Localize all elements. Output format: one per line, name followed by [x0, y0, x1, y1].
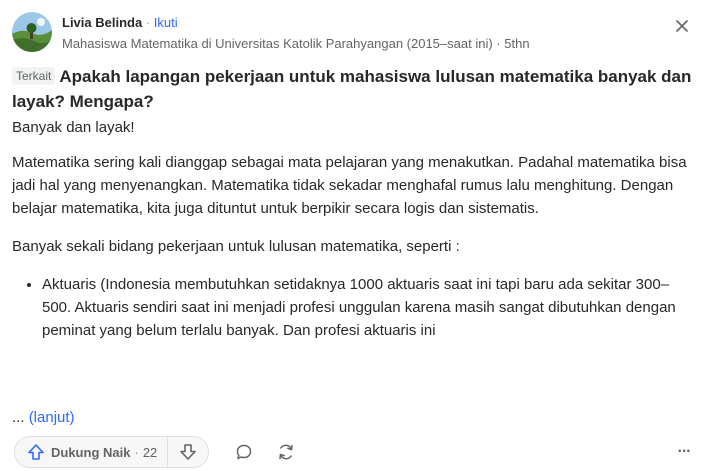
- related-tag: Terkait: [12, 67, 56, 85]
- close-button[interactable]: [670, 14, 694, 38]
- answer-paragraph: Matematika sering kali dianggap sebagai …: [12, 154, 687, 217]
- answer-time[interactable]: 5thn: [504, 36, 529, 51]
- separator-dot: ·: [145, 15, 151, 30]
- share-button[interactable]: [274, 440, 298, 464]
- answer-paragraph: Banyak sekali bidang pekerjaan untuk lul…: [12, 238, 460, 255]
- follow-link[interactable]: Ikuti: [154, 15, 178, 30]
- more-icon: ···: [677, 443, 692, 460]
- answer-header: Livia Belinda · Ikuti Mahasiswa Matemati…: [12, 12, 698, 56]
- answer-list: Aktuaris (Indonesia membutuhkan setidakn…: [12, 273, 692, 342]
- upvote-label: Dukung Naik: [51, 444, 131, 460]
- close-icon: [676, 20, 688, 32]
- related-question: Terkait Apakah lapangan pekerjaan untuk m…: [12, 64, 692, 114]
- action-bar: Dukung Naik · 22 ···: [14, 436, 696, 468]
- author-name[interactable]: Livia Belinda: [62, 15, 142, 30]
- answer-content: Banyak dan layak! Matematika sering kali…: [12, 116, 692, 342]
- comment-button[interactable]: [232, 440, 256, 464]
- separator-dot: ·: [496, 36, 501, 51]
- avatar[interactable]: [12, 12, 52, 52]
- more-link[interactable]: (lanjut): [29, 409, 75, 426]
- author-credential: Mahasiswa Matematika di Universitas Kato…: [62, 36, 530, 52]
- comment-icon: [236, 444, 252, 460]
- list-item: Aktuaris (Indonesia membutuhkan setidakn…: [42, 273, 692, 342]
- more-ellipsis: ...: [12, 409, 25, 426]
- credential-text[interactable]: Mahasiswa Matematika di Universitas Kato…: [62, 36, 493, 51]
- author-line: Livia Belinda · Ikuti: [62, 15, 178, 31]
- answer-paragraph: Banyak dan layak!: [12, 119, 135, 136]
- question-title[interactable]: Apakah lapangan pekerjaan untuk mahasisw…: [12, 67, 691, 111]
- vote-group: Dukung Naik · 22: [14, 436, 210, 468]
- upvote-button[interactable]: Dukung Naik · 22: [15, 437, 169, 467]
- more-options-button[interactable]: ···: [672, 440, 696, 464]
- upvote-separator: ·: [134, 444, 139, 460]
- upvote-count: 22: [142, 444, 158, 460]
- downvote-button[interactable]: [168, 437, 208, 467]
- share-icon: [279, 444, 293, 460]
- read-more[interactable]: ... (lanjut): [12, 408, 75, 428]
- upvote-arrow-icon: [28, 444, 44, 460]
- downvote-arrow-icon: [180, 444, 197, 460]
